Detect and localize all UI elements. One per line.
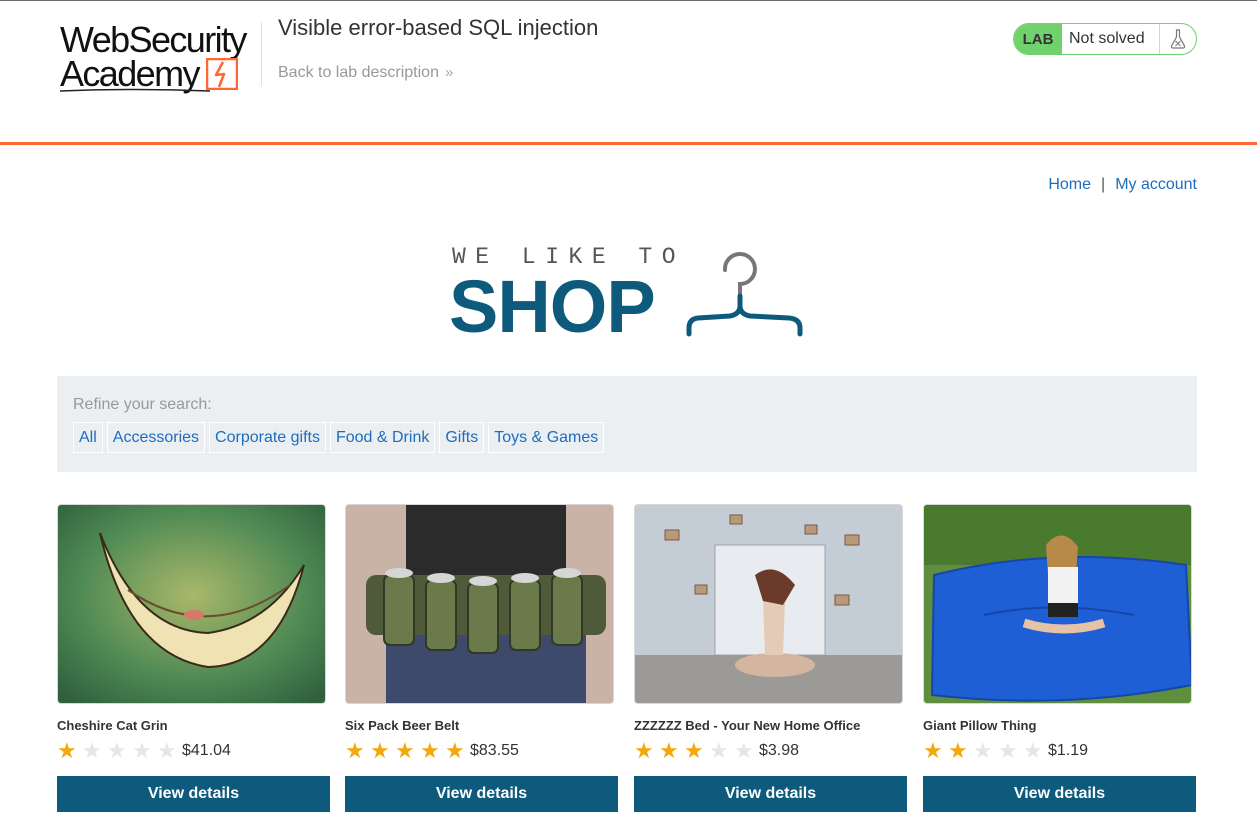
product-card: ZZZZZZ Bed - Your New Home Office ★ ★ ★ ★ ★ … — [634, 504, 908, 812]
lightning-icon — [206, 58, 238, 90]
lab-status-widget: LAB Not solved — [1013, 23, 1197, 55]
star-icon: ★ — [734, 738, 754, 763]
view-details-button[interactable]: View details — [634, 776, 907, 812]
header-accent-rule — [0, 142, 1257, 145]
search-filters: Refine your search: All Accessories Corp… — [57, 376, 1197, 472]
star-icon: ★ — [157, 738, 177, 763]
view-details-button[interactable]: View details — [57, 776, 330, 812]
product-rating: ★ ★ ★ ★ ★ $3.98 — [634, 738, 908, 764]
star-icon: ★ — [370, 738, 390, 763]
product-image — [634, 504, 903, 704]
logo-underline — [60, 88, 210, 92]
lab-title: Visible error-based SQL injection — [278, 15, 599, 40]
product-price: $1.19 — [1048, 742, 1089, 759]
filter-toys-games[interactable]: Toys & Games — [488, 422, 605, 453]
product-rating: ★ ★ ★ ★ ★ $41.04 — [57, 738, 331, 764]
product-card: Six Pack Beer Belt ★ ★ ★ ★ ★ $83.55 View det… — [345, 504, 619, 812]
academy-logo[interactable]: WebSecurity Academy — [58, 20, 260, 96]
star-icon: ★ — [998, 738, 1018, 763]
star-icon: ★ — [107, 738, 127, 763]
filter-corporate-gifts[interactable]: Corporate gifts — [209, 422, 326, 453]
product-name: Cheshire Cat Grin — [57, 718, 168, 733]
nav-separator: | — [1101, 176, 1106, 193]
product-name: Six Pack Beer Belt — [345, 718, 460, 733]
lab-badge: LAB — [1014, 24, 1062, 54]
product-rating: ★ ★ ★ ★ ★ $1.19 — [923, 738, 1197, 764]
star-icon: ★ — [684, 738, 704, 763]
star-icon: ★ — [709, 738, 729, 763]
my-account-link[interactable]: My account — [1115, 176, 1197, 193]
refine-search-label: Refine your search: — [73, 396, 212, 413]
product-card: Cheshire Cat Grin ★ ★ ★ ★ ★ $41.04 View deta… — [57, 504, 331, 812]
view-details-button[interactable]: View details — [923, 776, 1196, 812]
top-rule — [0, 0, 1257, 1]
star-icon: ★ — [57, 738, 77, 763]
home-link[interactable]: Home — [1048, 176, 1091, 193]
star-icon: ★ — [1023, 738, 1043, 763]
logo-line2: Academy — [60, 53, 200, 94]
shop-wordmark: SHOP — [449, 265, 656, 348]
product-name: Giant Pillow Thing — [923, 718, 1037, 733]
filter-accessories[interactable]: Accessories — [106, 422, 206, 453]
filter-list: All Accessories Corporate gifts Food & D… — [73, 422, 608, 453]
filter-gifts[interactable]: Gifts — [439, 422, 485, 453]
hanger-icon — [686, 252, 803, 337]
product-price: $41.04 — [182, 742, 231, 759]
double-chevron-right-icon: » — [444, 64, 454, 81]
star-icon: ★ — [345, 738, 365, 763]
product-price: $3.98 — [759, 742, 800, 759]
filter-all[interactable]: All — [73, 422, 103, 453]
product-image — [345, 504, 614, 704]
flask-icon — [1160, 24, 1196, 54]
back-link-label: Back to lab description — [278, 64, 439, 81]
product-image — [923, 504, 1192, 704]
star-icon: ★ — [132, 738, 152, 763]
header-divider — [261, 22, 262, 86]
star-icon: ★ — [82, 738, 102, 763]
filter-food-drink[interactable]: Food & Drink — [329, 422, 436, 453]
view-details-button[interactable]: View details — [345, 776, 618, 812]
product-price: $83.55 — [470, 742, 519, 759]
star-icon: ★ — [634, 738, 654, 763]
star-icon: ★ — [420, 738, 440, 763]
star-icon: ★ — [923, 738, 943, 763]
star-icon: ★ — [395, 738, 415, 763]
star-icon: ★ — [445, 738, 465, 763]
product-image — [57, 504, 326, 704]
shop-logo: WE LIKE TO SHOP — [449, 244, 804, 344]
star-icon: ★ — [659, 738, 679, 763]
product-rating: ★ ★ ★ ★ ★ $83.55 — [345, 738, 619, 764]
product-name: ZZZZZZ Bed - Your New Home Office — [634, 718, 861, 733]
back-to-lab-description-link[interactable]: Back to lab description » — [278, 64, 453, 82]
product-card: Giant Pillow Thing ★ ★ ★ ★ ★ $1.19 View deta… — [923, 504, 1197, 812]
star-icon: ★ — [948, 738, 968, 763]
top-nav: Home | My account — [1048, 176, 1197, 194]
lab-status-text: Not solved — [1062, 24, 1160, 54]
star-icon: ★ — [973, 738, 993, 763]
